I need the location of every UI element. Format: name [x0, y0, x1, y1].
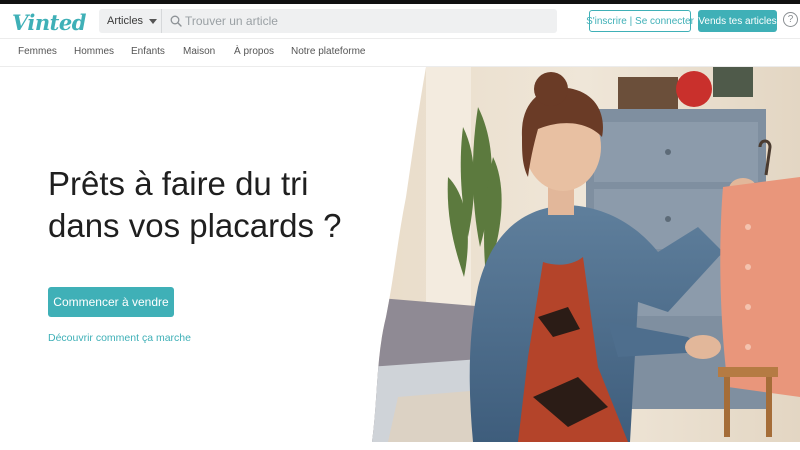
start-selling-button[interactable]: Commencer à vendre [48, 287, 174, 317]
help-icon[interactable]: ? [783, 12, 798, 27]
how-it-works-link[interactable]: Découvrir comment ça marche [48, 332, 191, 344]
hero-title: Prêts à faire du tri dans vos placards ? [48, 163, 388, 247]
nav-item-notre-plateforme[interactable]: Notre plateforme [291, 46, 365, 57]
search-icon [170, 15, 182, 27]
hero-title-line-1: Prêts à faire du tri [48, 165, 309, 202]
hero-banner: Prêts à faire du tri dans vos placards ?… [0, 67, 800, 450]
nav-item-femmes[interactable]: Femmes [18, 46, 57, 57]
nav-item-a-propos[interactable]: À propos [234, 46, 274, 57]
chevron-down-icon [149, 18, 158, 24]
hero-title-line-2: dans vos placards ? [48, 207, 342, 244]
sell-items-button[interactable]: Vends tes articles [698, 10, 777, 32]
nav-item-enfants[interactable]: Enfants [131, 46, 165, 57]
hero-photo [372, 67, 800, 442]
nav-item-maison[interactable]: Maison [183, 46, 215, 57]
category-nav: Femmes Hommes Enfants Maison À propos No… [0, 38, 800, 67]
nav-item-hommes[interactable]: Hommes [74, 46, 114, 57]
vinted-logo[interactable]: Vinted [12, 10, 86, 35]
signup-login-button[interactable]: S'inscrire | Se connecter [586, 10, 694, 32]
category-select[interactable]: Articles [99, 9, 162, 33]
site-header: Vinted Articles S'inscrire | Se connecte… [0, 4, 800, 38]
search-input[interactable] [185, 9, 545, 33]
search-bar: Articles [99, 9, 557, 33]
category-select-label: Articles [107, 15, 144, 27]
